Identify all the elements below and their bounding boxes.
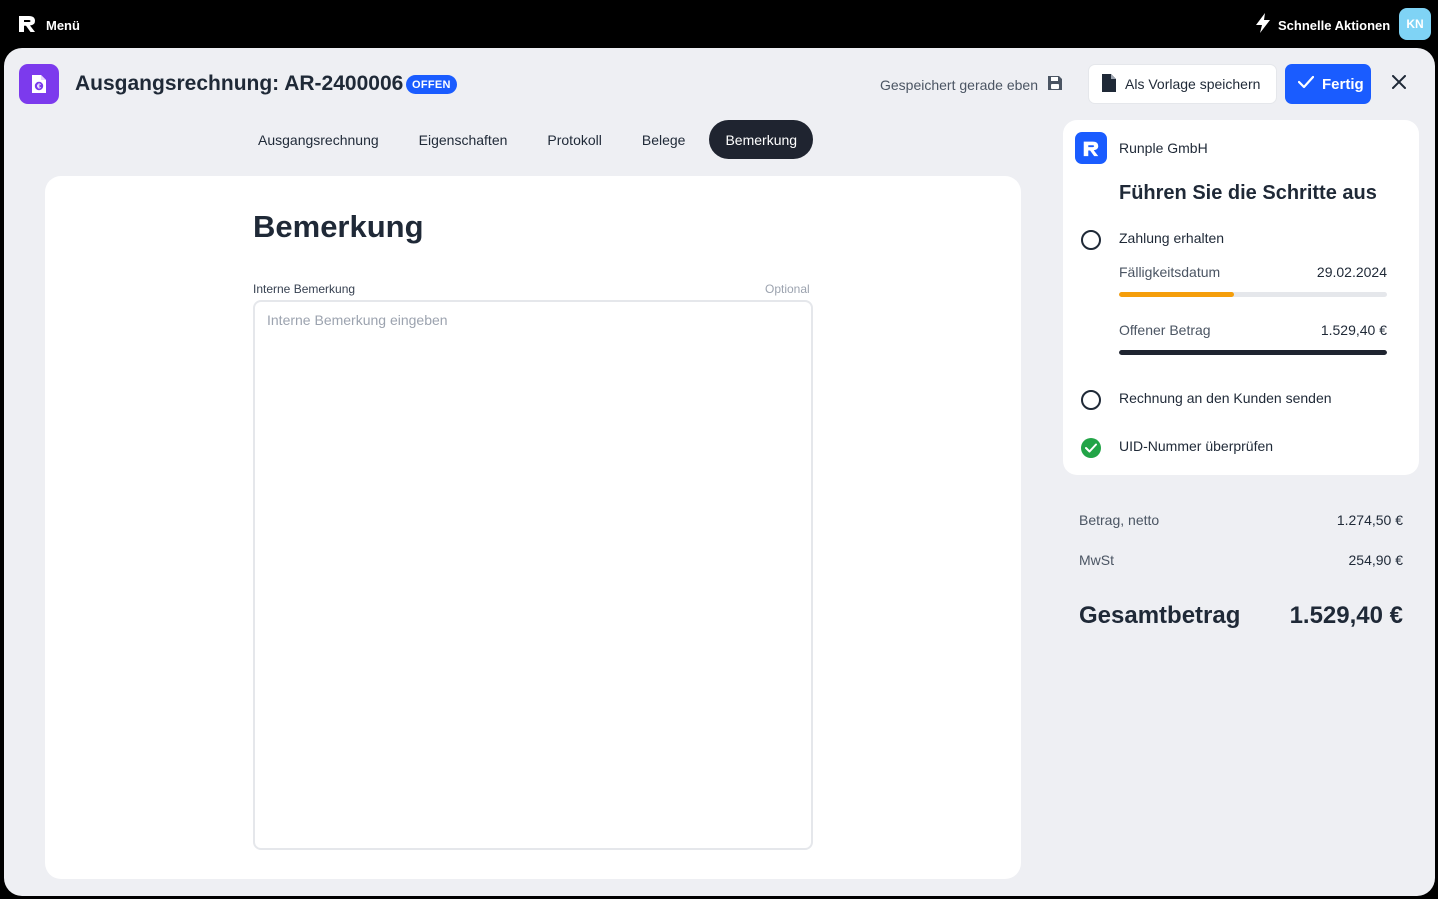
open-amount-progress: [1119, 350, 1387, 355]
checkmark-icon: [1297, 75, 1315, 93]
due-date-label: Fälligkeitsdatum: [1119, 264, 1221, 280]
steps-title: Führen Sie die Schritte aus: [1119, 182, 1377, 204]
menu-label: Menü: [46, 18, 80, 33]
step-circle-icon[interactable]: [1081, 230, 1101, 250]
gross-total-row: Gesamtbetrag 1.529,40 €: [1079, 602, 1403, 630]
tab-eigenschaften[interactable]: Eigenschaften: [403, 120, 524, 159]
done-button[interactable]: Fertig: [1285, 64, 1371, 104]
company-name: Runple GmbH: [1119, 140, 1208, 156]
quick-actions-label: Schnelle Aktionen: [1278, 18, 1391, 33]
vat-value: 254,90 €: [1348, 552, 1404, 568]
company-logo-icon: [1075, 132, 1107, 164]
open-amount-progress-fill: [1119, 350, 1387, 355]
due-date-row: Fälligkeitsdatum 29.02.2024: [1119, 264, 1387, 280]
save-as-template-label: Als Vorlage speichern: [1125, 76, 1261, 92]
section-title: Bemerkung: [253, 209, 424, 244]
gross-total-value: 1.529,40 €: [1289, 602, 1403, 629]
tab-ausgangsrechnung[interactable]: Ausgangsrechnung: [242, 120, 395, 159]
net-amount-row: Betrag, netto 1.274,50 €: [1079, 512, 1403, 528]
top-bar: Menü Schnelle Aktionen KN: [0, 0, 1438, 48]
optional-hint: Optional: [765, 282, 810, 296]
due-date-progress-fill: [1119, 292, 1235, 297]
menu-button[interactable]: Menü: [16, 12, 80, 39]
due-date-progress: [1119, 292, 1387, 297]
step-circle-icon[interactable]: [1081, 390, 1101, 410]
invoice-panel: € Ausgangsrechnung: AR-2400006 OFFEN Ges…: [4, 48, 1435, 896]
step-check-circle-icon[interactable]: [1081, 438, 1101, 458]
open-amount-row: Offener Betrag 1.529,40 €: [1119, 322, 1387, 338]
document-icon: [1101, 73, 1117, 96]
close-button[interactable]: [1387, 72, 1411, 96]
invoice-document-icon: €: [19, 64, 59, 104]
vat-label: MwSt: [1079, 552, 1114, 568]
runple-logo-icon: [16, 12, 38, 39]
internal-remark-label: Interne Bemerkung: [253, 282, 356, 296]
gross-total-label: Gesamtbetrag: [1079, 602, 1241, 629]
svg-text:€: €: [37, 84, 41, 91]
net-amount-label: Betrag, netto: [1079, 512, 1160, 528]
step-send-invoice: Rechnung an den Kunden senden: [1119, 390, 1332, 406]
status-badge: OFFEN: [406, 75, 457, 94]
tab-protokoll[interactable]: Protokoll: [531, 120, 617, 159]
tab-belege[interactable]: Belege: [626, 120, 702, 159]
net-amount-value: 1.274,50 €: [1336, 512, 1403, 528]
save-as-template-button[interactable]: Als Vorlage speichern: [1088, 64, 1277, 104]
remark-card: Bemerkung Interne Bemerkung Optional: [45, 176, 1021, 879]
open-amount-label: Offener Betrag: [1119, 322, 1211, 338]
done-label: Fertig: [1322, 75, 1364, 93]
page-title: Ausgangsrechnung: AR-2400006: [75, 72, 404, 95]
save-status: Gespeichert gerade eben: [880, 74, 1064, 95]
step-payment-received: Zahlung erhalten: [1119, 230, 1225, 246]
step-check-vat-id: UID-Nummer überprüfen: [1119, 438, 1274, 454]
close-icon: [1392, 74, 1406, 94]
tab-bemerkung[interactable]: Bemerkung: [709, 120, 814, 159]
tab-bar: Ausgangsrechnung Eigenschaften Protokoll…: [242, 120, 821, 159]
vat-row: MwSt 254,90 €: [1079, 552, 1403, 568]
lightning-icon: [1254, 12, 1272, 39]
user-avatar[interactable]: KN: [1399, 8, 1431, 40]
floppy-disk-icon[interactable]: [1046, 74, 1064, 95]
save-status-text: Gespeichert gerade eben: [880, 76, 1038, 93]
quick-actions-button[interactable]: Schnelle Aktionen: [1254, 12, 1390, 39]
open-amount-value: 1.529,40 €: [1320, 322, 1387, 338]
due-date-value: 29.02.2024: [1316, 264, 1387, 280]
internal-remark-input[interactable]: [253, 300, 813, 850]
steps-card: Runple GmbH Führen Sie die Schritte aus …: [1063, 120, 1419, 475]
